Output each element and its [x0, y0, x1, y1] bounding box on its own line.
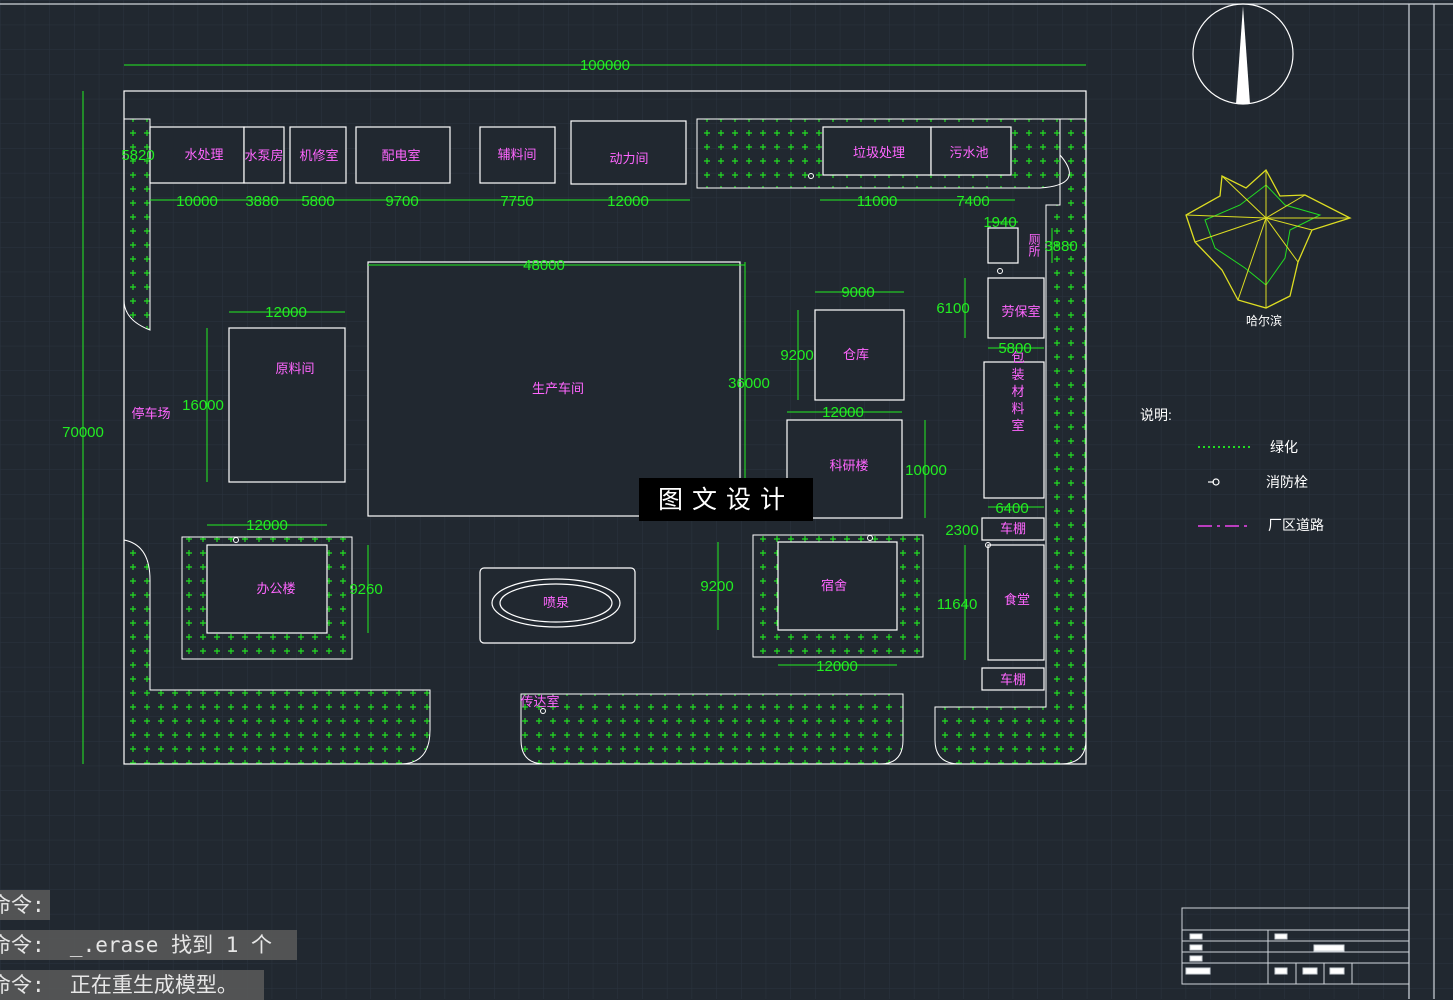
dim-office-w: 12000: [246, 517, 288, 534]
label-aux-material: 辅料间: [497, 147, 536, 162]
dim-overall-height: 70000: [62, 424, 104, 441]
label-water-treatment: 水处理: [184, 147, 223, 162]
label-sewage: 污水池: [949, 145, 988, 160]
label-parking: 停车场: [131, 406, 170, 421]
command-history-line-1: 命令:: [0, 890, 50, 920]
dim-dormitory-h: 9200: [700, 578, 733, 595]
label-garbage: 垃圾处理: [853, 145, 905, 160]
label-research: 科研楼: [829, 458, 868, 473]
dim-raw-material-h: 16000: [182, 397, 224, 414]
label-canteen: 食堂: [1004, 592, 1030, 607]
dim-research-w: 12000: [822, 404, 864, 421]
dim-shed-1: 2300: [945, 522, 978, 539]
label-dormitory: 宿舍: [821, 578, 847, 593]
dim-overall-width: 100000: [580, 57, 630, 74]
label-raw-material: 原料间: [275, 361, 314, 376]
dim-packaging: 6400: [995, 500, 1028, 517]
label-power-room: 配电室: [381, 148, 420, 163]
dim-sewage: 7400: [956, 193, 989, 210]
legend-road-label: 厂区道路: [1268, 517, 1324, 533]
watermark-badge: 图文设计: [639, 478, 813, 521]
dim-water-treatment: 10000: [176, 193, 218, 210]
dim-office-h: 9260: [349, 581, 382, 598]
dim-labor-w: 5800: [998, 340, 1031, 357]
legend-hydrant-label: 消防栓: [1266, 474, 1308, 490]
dim-repair-room: 5800: [301, 193, 334, 210]
dim-pump-room: 3880: [245, 193, 278, 210]
label-toilet: 厕所: [1027, 233, 1041, 257]
dim-labor-h: 6100: [936, 300, 969, 317]
label-labor-room: 劳保室: [1001, 304, 1040, 319]
label-fountain: 喷泉: [543, 595, 569, 610]
command-history-line-2: 命令: _.erase 找到 1 个: [0, 930, 297, 960]
label-power-station: 动力间: [609, 151, 648, 166]
label-pump-room: 水泵房: [244, 148, 283, 163]
label-guard-room: 传达室: [520, 694, 559, 709]
dim-aux-material: 7750: [500, 193, 533, 210]
dim-warehouse-h: 9200: [780, 347, 813, 364]
dim-raw-material-w: 12000: [265, 304, 307, 321]
label-shed-1: 车棚: [1000, 521, 1026, 536]
dim-power-station: 12000: [607, 193, 649, 210]
dim-power-room: 9700: [385, 193, 418, 210]
dim-top-left-height: 5820: [121, 147, 154, 164]
dim-warehouse-w: 9000: [841, 284, 874, 301]
label-packaging: 包装材料室: [1010, 351, 1025, 436]
command-history-line-3: 命令: 正在重生成模型。: [0, 970, 264, 1000]
dim-garbage: 11000: [857, 193, 898, 210]
label-shed-2: 车棚: [1000, 672, 1026, 687]
label-warehouse: 仓库: [843, 347, 869, 362]
dim-toilet-w: 1940: [983, 214, 1016, 231]
dim-research-h: 10000: [905, 462, 947, 479]
legend-greenery-label: 绿化: [1270, 439, 1298, 455]
dim-production-h: 36000: [728, 375, 770, 392]
dim-canteen: 11640: [937, 596, 978, 613]
dim-toilet-h: 3880: [1044, 238, 1077, 255]
dim-dormitory-w: 12000: [816, 658, 858, 675]
label-production: 生产车间: [532, 381, 584, 396]
label-office: 办公楼: [256, 581, 295, 596]
wind-rose-label: 哈尔滨: [1246, 313, 1282, 328]
legend-title: 说明:: [1140, 407, 1172, 423]
label-repair-room: 机修室: [299, 148, 338, 163]
dim-production-w: 48000: [523, 257, 565, 274]
